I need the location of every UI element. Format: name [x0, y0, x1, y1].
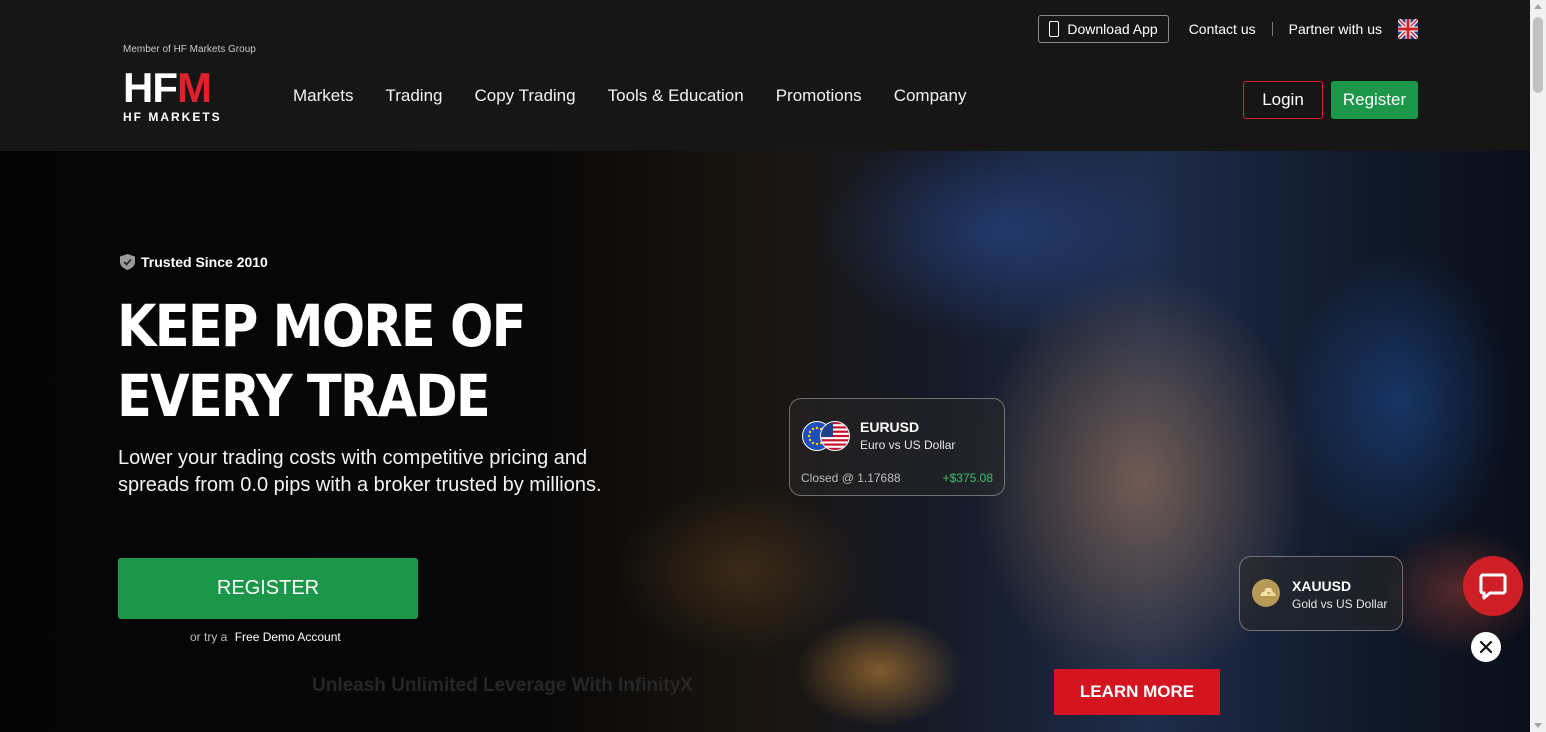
scroll-thumb[interactable] [1533, 17, 1543, 93]
nav-company[interactable]: Company [894, 86, 967, 106]
chat-bubble-icon [1479, 573, 1507, 600]
eurusd-pnl: +$375.08 [942, 471, 993, 485]
xauusd-symbol: XAUUSD [1292, 578, 1352, 594]
gold-bars-icon [1252, 579, 1280, 607]
member-note: Member of HF Markets Group [123, 44, 256, 55]
nav-markets[interactable]: Markets [293, 86, 353, 106]
download-app-button[interactable]: Download App [1038, 15, 1169, 43]
site-header: Member of HF Markets Group HF M HF MARKET… [0, 0, 1530, 151]
logo-subtitle: HF MARKETS [123, 110, 222, 124]
trusted-badge: Trusted Since 2010 [120, 254, 268, 270]
hero-subtext: Lower your trading costs with competitiv… [118, 447, 602, 496]
live-chat-button[interactable] [1463, 556, 1523, 616]
nav-tools-education[interactable]: Tools & Education [608, 86, 744, 106]
free-demo-link[interactable]: Free Demo Account [235, 630, 341, 644]
phone-icon [1049, 21, 1060, 37]
eurusd-description: Euro vs US Dollar [860, 438, 956, 452]
demo-line: or try a Free Demo Account [190, 630, 341, 644]
uk-flag-icon[interactable] [1398, 19, 1418, 39]
download-app-label: Download App [1067, 21, 1158, 37]
trusted-label: Trusted Since 2010 [141, 254, 268, 270]
close-icon [1479, 640, 1493, 654]
headline-line-1: KEEP MORE OF [117, 292, 526, 360]
top-links: Download App Contact us Partner with us [1038, 15, 1418, 43]
register-cta-button[interactable]: REGISTER [118, 558, 418, 619]
auth-buttons: Login Register [1243, 81, 1418, 119]
demo-prefix: or try a [190, 630, 228, 644]
learn-more-button[interactable]: LEARN MORE [1054, 669, 1220, 715]
link-divider [1271, 22, 1273, 36]
main-nav: Markets Trading Copy Trading Tools & Edu… [293, 86, 998, 106]
eurusd-symbol: EURUSD [860, 419, 920, 435]
partner-link[interactable]: Partner with us [1289, 21, 1382, 37]
nav-trading[interactable]: Trading [385, 86, 442, 106]
page-scrollbar[interactable] [1530, 0, 1546, 732]
headline-line-2: EVERY TRADE [117, 362, 491, 430]
logo-mark-left: HF [123, 64, 178, 111]
nav-copy-trading[interactable]: Copy Trading [474, 86, 575, 106]
eur-usd-flags-icon [802, 421, 850, 451]
scroll-up-arrow-icon[interactable] [1534, 4, 1542, 9]
scroll-down-arrow-icon[interactable] [1534, 723, 1542, 728]
shield-icon [120, 254, 135, 270]
us-flag-icon [820, 421, 850, 451]
contact-us-link[interactable]: Contact us [1189, 21, 1256, 37]
close-chat-button[interactable] [1471, 632, 1501, 662]
hero-section: Trusted Since 2010 KEEP MORE OF EVERY TR… [0, 151, 1530, 732]
login-button[interactable]: Login [1243, 81, 1323, 119]
register-button-top[interactable]: Register [1331, 81, 1418, 119]
xauusd-card: XAUUSD Gold vs US Dollar [1239, 556, 1403, 631]
nav-promotions[interactable]: Promotions [776, 86, 862, 106]
xauusd-description: Gold vs US Dollar [1292, 597, 1388, 611]
logo-mark-right: M [177, 64, 212, 111]
hfm-logo[interactable]: HF M HF MARKETS [123, 64, 235, 125]
hero-headline: KEEP MORE OF EVERY TRADE [117, 291, 610, 431]
infinityx-banner-text: Unleash Unlimited Leverage With Infinity… [312, 675, 693, 696]
eurusd-closed-price: Closed @ 1.17688 [801, 471, 901, 485]
eurusd-card: EURUSD Euro vs US Dollar Closed @ 1.1768… [789, 398, 1005, 496]
